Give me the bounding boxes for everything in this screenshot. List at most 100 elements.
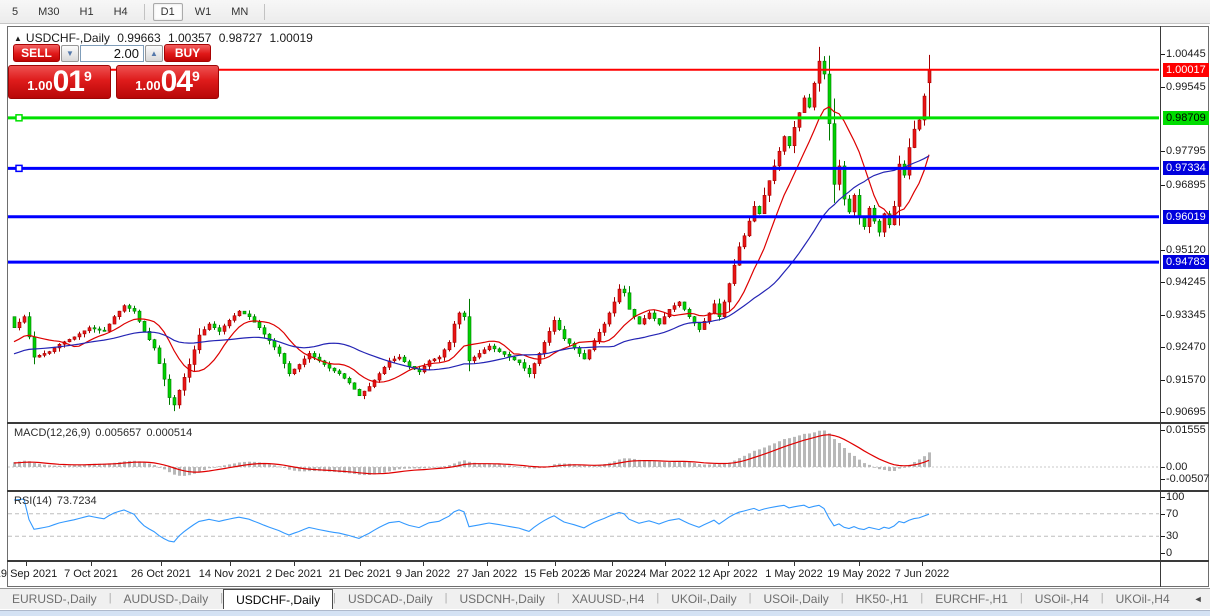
candle xyxy=(522,362,527,369)
candle xyxy=(672,305,677,310)
tab-usdcnhdaily[interactable]: USDCNH-,Daily xyxy=(448,589,557,609)
sell-price-tile[interactable]: 1.00 01 9 xyxy=(8,65,111,99)
price-tick-0.97795: 0.97795 xyxy=(1166,145,1206,158)
date-label: 26 Oct 2021 xyxy=(131,568,191,580)
price-badge-1.00017: 1.00017 xyxy=(1163,62,1209,77)
axis-tick xyxy=(1161,412,1165,414)
tab-usoilh4[interactable]: USOil-,H4 xyxy=(1023,589,1101,609)
date-label: 6 Mar 2022 xyxy=(584,568,640,580)
date-tick xyxy=(728,562,729,566)
panel-separator xyxy=(7,490,1209,492)
period-button-mn[interactable]: MN xyxy=(223,3,256,21)
period-button-h4[interactable]: H4 xyxy=(106,3,136,21)
candle xyxy=(717,303,722,317)
volume-decrease-button[interactable]: ▼ xyxy=(61,44,79,62)
tab-usdcaddaily[interactable]: USDCAD-,Daily xyxy=(336,589,445,609)
candle xyxy=(257,321,262,329)
candle xyxy=(677,301,682,306)
candle xyxy=(462,312,467,317)
date-label: 1 May 2022 xyxy=(765,568,823,580)
sell-price-pipette: 9 xyxy=(83,68,92,84)
tab-usoildaily[interactable]: USOil-,Daily xyxy=(751,589,840,609)
candle xyxy=(207,323,212,330)
candle xyxy=(652,312,657,319)
collapse-arrow-icon[interactable]: ▲ xyxy=(14,34,22,43)
tab-eurchfh1[interactable]: EURCHF-,H1 xyxy=(923,589,1020,609)
volume-input[interactable] xyxy=(80,44,144,62)
date-label: 7 Oct 2021 xyxy=(64,568,118,580)
candle xyxy=(272,340,277,348)
candle xyxy=(152,339,157,349)
candle xyxy=(392,358,397,362)
candle xyxy=(282,353,287,364)
candle xyxy=(852,195,857,213)
axis-tick xyxy=(1161,553,1165,554)
date-tick xyxy=(91,562,92,566)
candle xyxy=(492,345,497,350)
candle xyxy=(767,180,772,196)
candle xyxy=(132,308,137,312)
rsi-tick-100: 100 xyxy=(1166,491,1185,503)
axis-tick xyxy=(1161,249,1165,251)
candle xyxy=(102,329,107,332)
buy-price-tile[interactable]: 1.00 04 9 xyxy=(116,65,219,99)
tab-audusddaily[interactable]: AUDUSD-,Daily xyxy=(112,589,221,609)
period-button-m30[interactable]: M30 xyxy=(30,3,67,21)
date-tick xyxy=(423,562,424,566)
tab-hk50h1[interactable]: HK50-,H1 xyxy=(844,589,921,609)
tab-usdchfdaily[interactable]: USDCHF-,Daily xyxy=(223,589,334,609)
candle xyxy=(627,292,632,310)
hline-handle[interactable] xyxy=(15,114,23,122)
axis-tick xyxy=(1161,54,1165,55)
candle xyxy=(377,373,382,381)
rsi-tick-30: 30 xyxy=(1166,530,1179,543)
candle xyxy=(447,342,452,351)
candle xyxy=(382,366,387,374)
candle xyxy=(177,389,182,406)
axis-tick xyxy=(1161,479,1165,481)
period-button-d1[interactable]: D1 xyxy=(152,2,183,21)
tab-scroll-left-icon[interactable]: ◄ xyxy=(1194,594,1203,604)
candle xyxy=(482,349,487,354)
price-tick-0.91570: 0.91570 xyxy=(1166,374,1206,387)
tab-scroll-buttons: ◄► xyxy=(1182,589,1210,609)
candle xyxy=(87,327,92,332)
price-badge-0.98709: 0.98709 xyxy=(1163,110,1209,125)
period-button-w1[interactable]: W1 xyxy=(187,3,220,21)
candle xyxy=(342,373,347,379)
volume-increase-button[interactable]: ▲ xyxy=(145,44,163,62)
candle xyxy=(927,69,932,84)
candle xyxy=(872,207,877,222)
buy-button[interactable]: BUY xyxy=(164,44,211,62)
tab-ukoildaily[interactable]: UKOil-,Daily xyxy=(659,589,748,609)
candle xyxy=(437,356,442,360)
macd-name: MACD(12,26,9) xyxy=(14,427,91,439)
hline-handle[interactable] xyxy=(15,164,23,173)
tab-eurusddaily[interactable]: EURUSD-,Daily xyxy=(0,589,109,609)
candle xyxy=(212,323,217,329)
buy-price-pipette: 9 xyxy=(191,68,200,84)
rsi-panel-canvas[interactable] xyxy=(8,492,1159,560)
candle xyxy=(42,353,47,356)
period-toolbar: 5 M30 H1 H4 D1 W1 MN xyxy=(0,0,1210,24)
candle xyxy=(832,123,837,185)
candle xyxy=(602,323,607,333)
period-button-h1[interactable]: H1 xyxy=(72,3,102,21)
candle xyxy=(547,331,552,343)
candle xyxy=(777,150,782,167)
candle xyxy=(452,323,457,343)
tab-xauusdh4[interactable]: XAUUSD-,H4 xyxy=(560,589,657,609)
candle xyxy=(757,206,762,215)
tab-ukoilh4[interactable]: UKOil-,H4 xyxy=(1104,589,1182,609)
rsi-name: RSI(14) xyxy=(14,495,52,507)
candle xyxy=(807,97,812,108)
axis-tick xyxy=(1161,513,1165,515)
sell-button[interactable]: SELL xyxy=(13,44,60,62)
candle xyxy=(367,386,372,392)
period-button-5[interactable]: 5 xyxy=(4,3,26,21)
candle xyxy=(907,147,912,176)
candle xyxy=(622,288,627,294)
candle xyxy=(187,364,192,378)
candle xyxy=(47,351,52,354)
candle xyxy=(467,316,472,362)
